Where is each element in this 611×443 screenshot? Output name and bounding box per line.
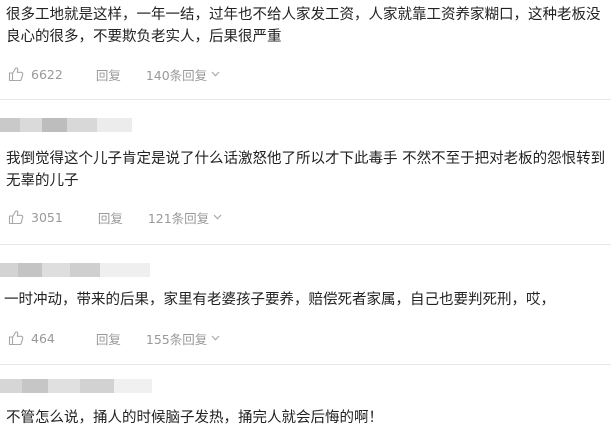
comment-actions: 6622 回复 140条回复: [8, 65, 220, 83]
replies-count-label: 155条回复: [145, 331, 208, 347]
view-replies-button[interactable]: 155条回复: [146, 329, 220, 348]
username-blurred[interactable]: [0, 379, 152, 393]
comment-text: 不管怎么说，捅人的时候脑子发热，捅完人就会后悔的啊！: [6, 410, 383, 426]
like-button[interactable]: 464: [8, 330, 55, 346]
comment-actions: 464 回复 155条回复: [8, 329, 220, 347]
comment-item: 很多工地就是这样，一年一结，过年也不给人家发工资，人家就靠工资养家糊口，这种老板…: [0, 0, 611, 100]
like-count: 3051: [31, 209, 63, 225]
chevron-down-icon: [211, 71, 220, 77]
reply-button[interactable]: 回复: [96, 329, 121, 348]
thumbs-up-icon: [8, 210, 24, 225]
view-replies-button[interactable]: 121条回复: [148, 208, 222, 227]
chevron-down-icon: [213, 214, 222, 220]
comment-item: 一时冲动，带来的后果，家里有老婆孩子要养，赔偿死者家属，自己也要判死刑，哎， 4…: [0, 245, 611, 365]
replies-count-label: 121条回复: [147, 210, 210, 226]
reply-button[interactable]: 回复: [98, 208, 123, 227]
like-button[interactable]: 6622: [8, 66, 63, 82]
thumbs-up-icon: [8, 331, 24, 346]
reply-button[interactable]: 回复: [96, 65, 121, 84]
like-count: 464: [31, 330, 55, 346]
view-replies-button[interactable]: 140条回复: [146, 65, 220, 84]
like-button[interactable]: 3051: [8, 209, 63, 225]
replies-count-label: 140条回复: [145, 67, 208, 83]
comment-item: 我倒觉得这个儿子肯定是说了什么话激怒他了所以才下此毒手 不然不至于把对老板的怨恨…: [0, 100, 611, 245]
username-blurred[interactable]: [0, 263, 150, 277]
like-count: 6622: [31, 66, 63, 82]
username-blurred[interactable]: [0, 118, 132, 132]
comment-text: 一时冲动，带来的后果，家里有老婆孩子要养，赔偿死者家属，自己也要判死刑，哎，: [4, 292, 555, 308]
comment-text: 我倒觉得这个儿子肯定是说了什么话激怒他了所以才下此毒手 不然不至于把对老板的怨恨…: [6, 151, 606, 189]
comment-actions: 3051 回复 121条回复: [8, 208, 222, 226]
comment-text: 很多工地就是这样，一年一结，过年也不给人家发工资，人家就靠工资养家糊口，这种老板…: [6, 7, 601, 45]
chevron-down-icon: [211, 335, 220, 341]
comment-item: 不管怎么说，捅人的时候脑子发热，捅完人就会后悔的啊！: [0, 365, 611, 443]
thumbs-up-icon: [8, 67, 24, 82]
